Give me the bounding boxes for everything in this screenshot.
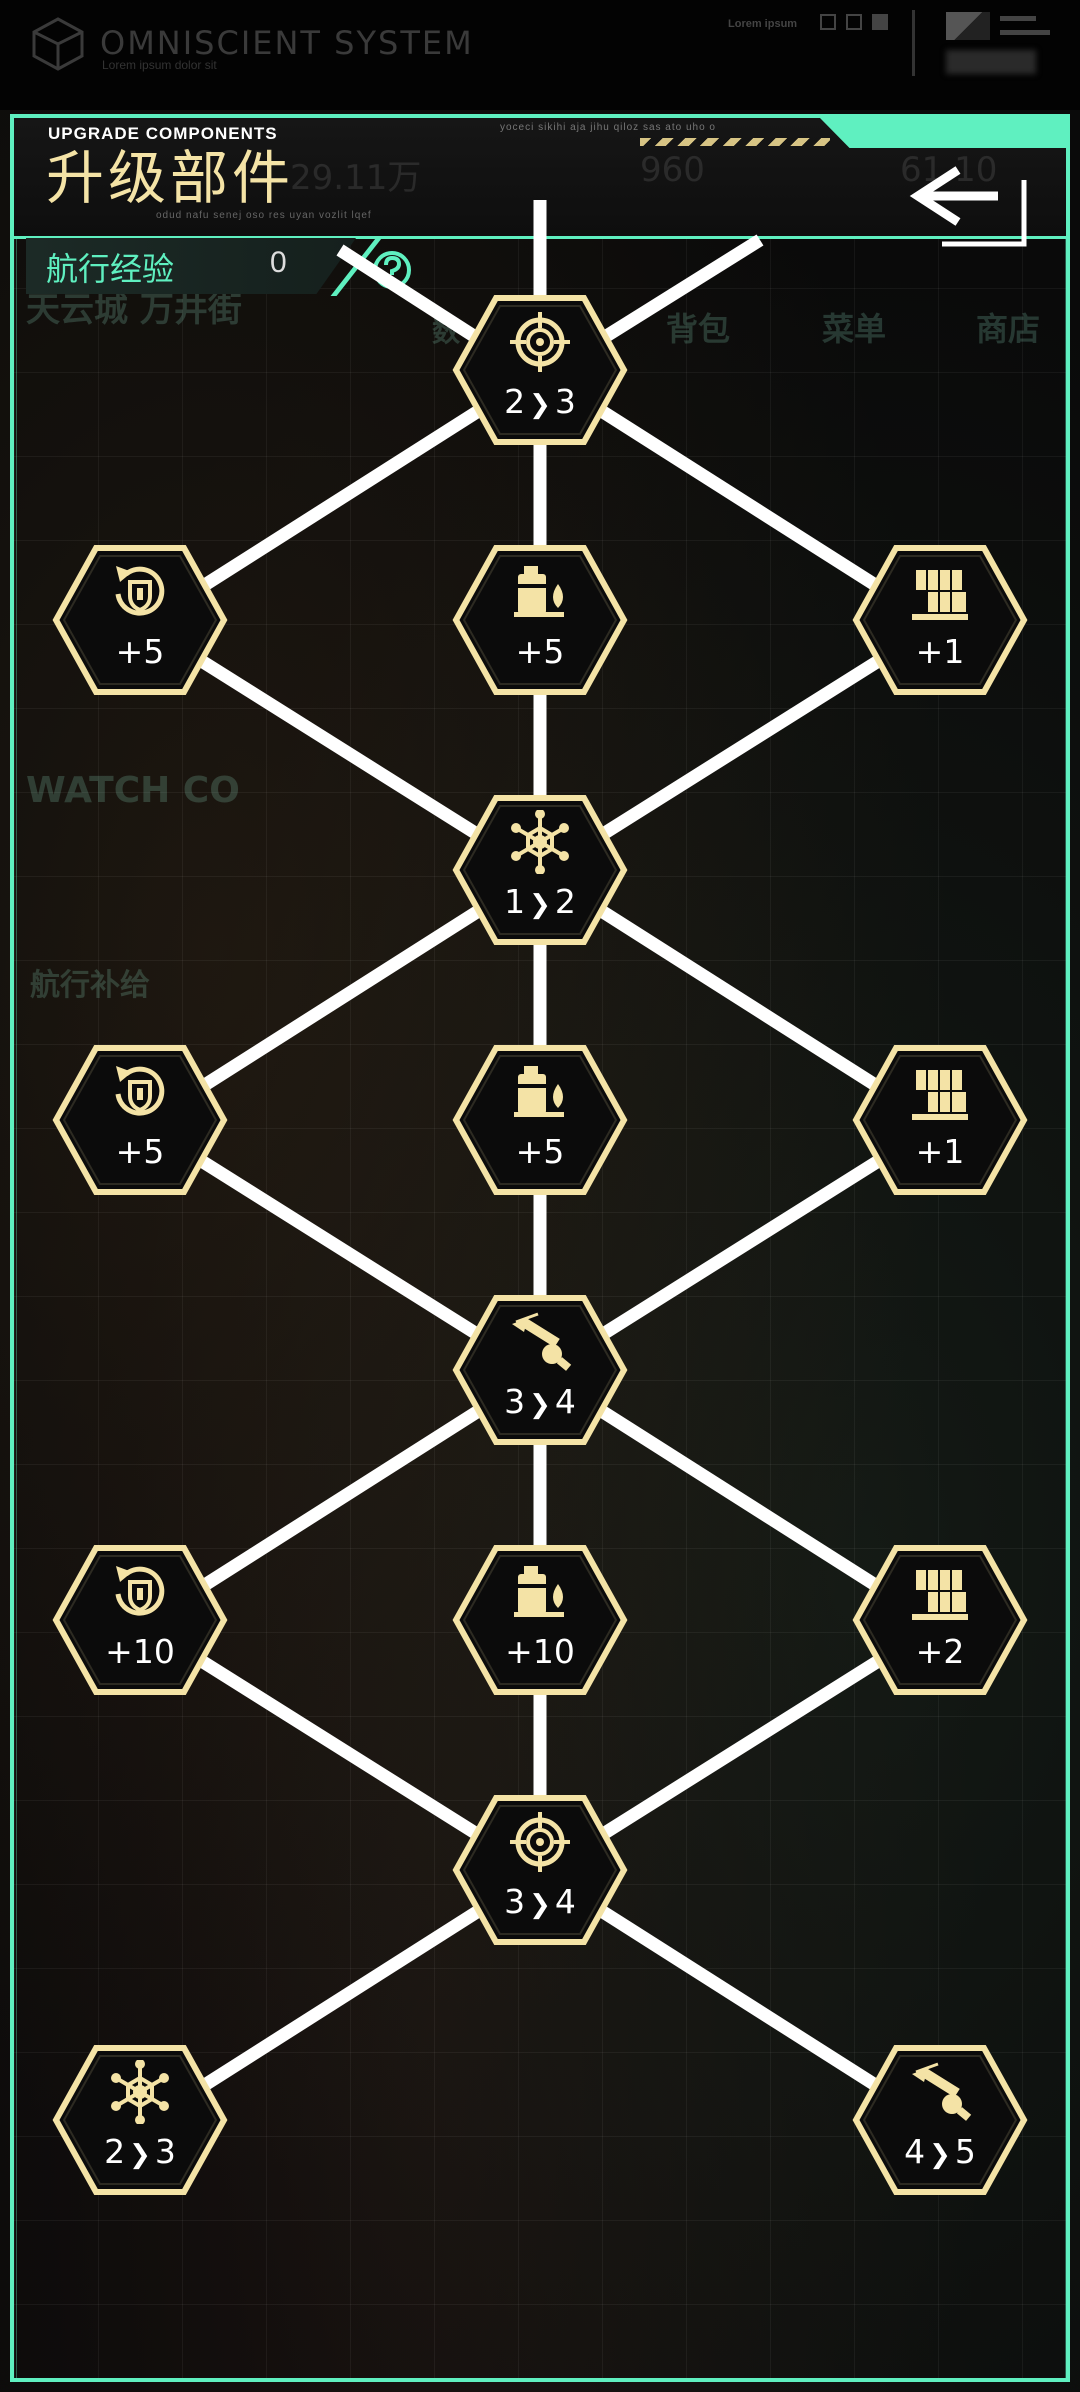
tree-line [596, 1404, 884, 1594]
level-to: 4 [554, 1882, 576, 1921]
node-label: 1 ❯ 2 [452, 882, 628, 921]
tree-line [596, 904, 884, 1094]
level-to: 2 [554, 882, 576, 921]
target-node-2[interactable]: 3 ❯ 4 [452, 1794, 628, 1946]
node-label: +1 [915, 632, 965, 671]
web-node-1[interactable]: 1 ❯ 2 [452, 794, 628, 946]
fuel-icon [508, 560, 572, 624]
web-icon [108, 2060, 172, 2124]
shield-node-3[interactable]: +10 [52, 1544, 228, 1696]
level-from: 3 [504, 1882, 526, 1921]
shield-node-1[interactable]: +5 [52, 544, 228, 696]
cargo-icon [908, 1560, 972, 1624]
fuel-icon [508, 1560, 572, 1624]
level-from: 3 [504, 1382, 526, 1421]
shield-node-2[interactable]: +5 [52, 1044, 228, 1196]
fuel-node-3[interactable]: +10 [452, 1544, 628, 1696]
node-label: 3 ❯ 4 [452, 1382, 628, 1421]
node-label: 3 ❯ 4 [452, 1882, 628, 1921]
node-label: +5 [515, 632, 565, 671]
harpoon-node-1[interactable]: 3 ❯ 4 [452, 1294, 628, 1446]
node-label: 4 ❯ 5 [852, 2132, 1028, 2171]
tree-line [596, 404, 884, 594]
tree-line [196, 404, 484, 594]
level-from: 1 [504, 882, 526, 921]
harpoon-icon [908, 2060, 972, 2124]
tree-line [196, 1904, 484, 2094]
target-icon [508, 310, 572, 374]
node-label: +10 [505, 1632, 575, 1671]
chevron-right-icon: ❯ [129, 2140, 151, 2170]
node-label: +10 [105, 1632, 175, 1671]
shield-refresh-icon [108, 1560, 172, 1624]
tree-line [196, 1654, 484, 1842]
node-label: 2 ❯ 3 [452, 382, 628, 421]
cargo-node-1[interactable]: +1 [852, 544, 1028, 696]
harpoon-node-2[interactable]: 4 ❯ 5 [852, 2044, 1028, 2196]
cargo-icon [908, 560, 972, 624]
fuel-node-2[interactable]: +5 [452, 1044, 628, 1196]
node-label: +5 [515, 1132, 565, 1171]
fuel-icon [508, 1060, 572, 1124]
target-icon [508, 1810, 572, 1874]
tree-line [196, 654, 484, 842]
cargo-node-2[interactable]: +1 [852, 1044, 1028, 1196]
level-from: 2 [504, 382, 526, 421]
tree-line [196, 1404, 484, 1594]
level-from: 4 [904, 2132, 926, 2171]
level-to: 3 [154, 2132, 176, 2171]
tree-line [596, 1154, 884, 1342]
node-label: +5 [115, 632, 165, 671]
harpoon-icon [508, 1310, 572, 1374]
shield-refresh-icon [108, 1060, 172, 1124]
web-node-2[interactable]: 2 ❯ 3 [52, 2044, 228, 2196]
chevron-right-icon: ❯ [529, 1390, 551, 1420]
node-label: +2 [915, 1632, 965, 1671]
cargo-node-3[interactable]: +2 [852, 1544, 1028, 1696]
fuel-node-1[interactable]: +5 [452, 544, 628, 696]
tree-line [196, 1154, 484, 1342]
level-to: 3 [554, 382, 576, 421]
tree-line [596, 1654, 884, 1842]
chevron-right-icon: ❯ [929, 2140, 951, 2170]
chevron-right-icon: ❯ [529, 1890, 551, 1920]
level-to: 4 [554, 1382, 576, 1421]
shield-refresh-icon [108, 560, 172, 624]
tree-line [596, 654, 884, 842]
tree-line [596, 1904, 884, 2094]
tree-line [196, 904, 484, 1094]
web-icon [508, 810, 572, 874]
node-label: +5 [115, 1132, 165, 1171]
chevron-right-icon: ❯ [529, 890, 551, 920]
level-to: 5 [954, 2132, 976, 2171]
chevron-right-icon: ❯ [529, 390, 551, 420]
node-label: 2 ❯ 3 [52, 2132, 228, 2171]
node-label: +1 [915, 1132, 965, 1171]
cargo-icon [908, 1060, 972, 1124]
level-from: 2 [104, 2132, 126, 2171]
target-node-1[interactable]: 2 ❯ 3 [452, 294, 628, 446]
